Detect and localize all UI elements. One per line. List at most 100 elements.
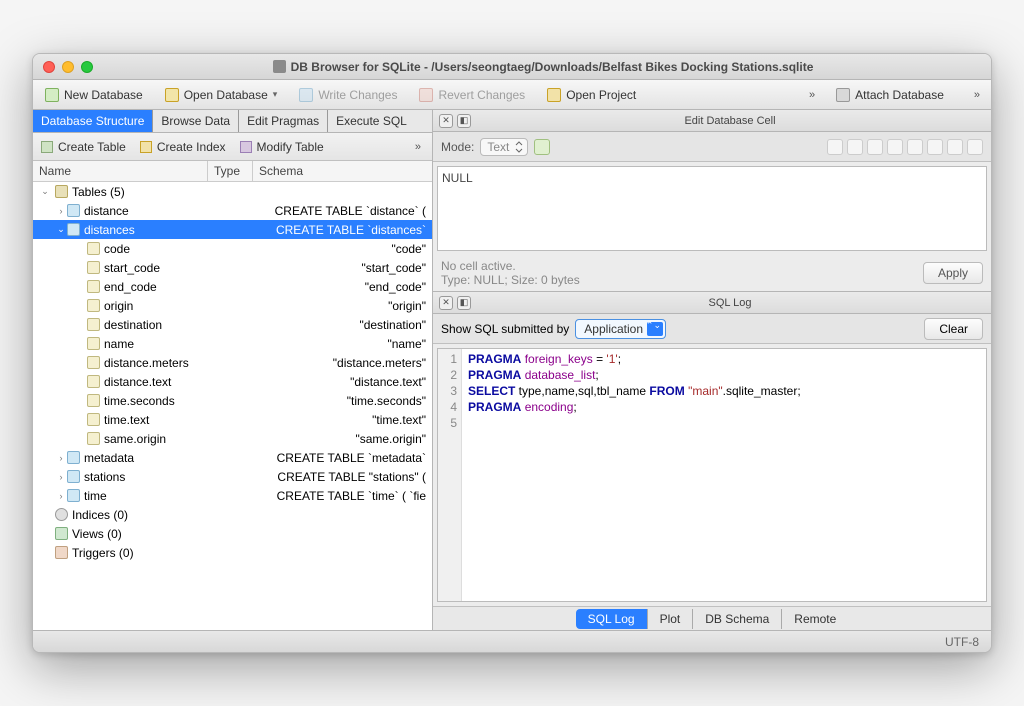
tab-remote[interactable]: Remote xyxy=(781,609,848,629)
view-icon xyxy=(55,527,68,540)
tree-col-same-origin[interactable]: same.origin"same.origin" xyxy=(33,429,432,448)
new-db-icon xyxy=(45,88,59,102)
tab-db-schema[interactable]: DB Schema xyxy=(692,609,781,629)
tab-structure[interactable]: Database Structure xyxy=(33,110,152,132)
col-type[interactable]: Type xyxy=(208,161,253,181)
app-window: DB Browser for SQLite - /Users/seongtaeg… xyxy=(32,53,992,653)
modify-table-icon xyxy=(240,141,252,153)
tree-table-distance[interactable]: ›distanceCREATE TABLE `distance` ( xyxy=(33,201,432,220)
chevron-down-icon: ▾ xyxy=(273,89,278,100)
tool-icon[interactable] xyxy=(967,139,983,155)
revert-changes-button: Revert Changes xyxy=(415,86,529,104)
refresh-icon[interactable] xyxy=(534,139,550,155)
column-icon xyxy=(87,261,100,274)
collapse-icon[interactable]: ⌄ xyxy=(55,224,67,235)
edit-cell-area: NULL No cell active. Type: NULL; Size: 0… xyxy=(433,162,991,292)
traffic-lights xyxy=(43,61,93,73)
tab-browse[interactable]: Browse Data xyxy=(152,110,238,132)
tool-icon[interactable] xyxy=(887,139,903,155)
sql-log-header: ✕ ◧ SQL Log xyxy=(433,292,991,314)
tree-col-name[interactable]: name"name" xyxy=(33,334,432,353)
column-icon xyxy=(87,318,100,331)
tree-col-distance-meters[interactable]: distance.meters"distance.meters" xyxy=(33,353,432,372)
column-icon xyxy=(87,299,100,312)
close-icon[interactable]: ✕ xyxy=(439,114,453,128)
overflow-icon-2[interactable]: » xyxy=(968,89,983,101)
expand-icon[interactable]: › xyxy=(55,472,67,482)
tab-pragmas[interactable]: Edit Pragmas xyxy=(238,110,327,132)
tree-table-distances[interactable]: ⌄distancesCREATE TABLE `distances` xyxy=(33,220,432,239)
tab-execute[interactable]: Execute SQL xyxy=(327,110,415,132)
tree-col-distance-text[interactable]: distance.text"distance.text" xyxy=(33,372,432,391)
clear-button[interactable]: Clear xyxy=(924,318,983,340)
panel-title: SQL Log xyxy=(475,297,985,309)
sql-code[interactable]: 12345 PRAGMA foreign_keys = '1'; PRAGMA … xyxy=(437,348,987,602)
tree-col-destination[interactable]: destination"destination" xyxy=(33,315,432,334)
column-icon xyxy=(87,394,100,407)
tree-col-end-code[interactable]: end_code"end_code" xyxy=(33,277,432,296)
table-icon xyxy=(67,451,80,464)
col-name[interactable]: Name xyxy=(33,161,208,181)
tool-icon[interactable] xyxy=(847,139,863,155)
open-db-icon xyxy=(165,88,179,102)
tool-icon[interactable] xyxy=(927,139,943,155)
title-text: DB Browser for SQLite - /Users/seongtaeg… xyxy=(291,60,814,74)
column-icon xyxy=(87,242,100,255)
tab-plot[interactable]: Plot xyxy=(647,609,693,629)
attach-icon xyxy=(836,88,850,102)
tool-icon[interactable] xyxy=(907,139,923,155)
tree-col-time-text[interactable]: time.text"time.text" xyxy=(33,410,432,429)
statusbar: UTF-8 xyxy=(33,630,991,652)
panel-title: Edit Database Cell xyxy=(475,115,985,127)
col-schema[interactable]: Schema xyxy=(253,161,432,181)
create-index-button[interactable]: Create Index xyxy=(140,140,226,154)
mode-select[interactable]: Text xyxy=(480,138,528,156)
apply-button[interactable]: Apply xyxy=(923,262,983,284)
table-icon xyxy=(67,223,80,236)
sql-log-panel: Show SQL submitted by Application Clear … xyxy=(433,314,991,630)
maximize-icon[interactable] xyxy=(81,61,93,73)
overflow-icon-3[interactable]: » xyxy=(409,141,424,153)
create-table-button[interactable]: Create Table xyxy=(41,140,126,154)
collapse-icon[interactable]: ⌄ xyxy=(39,186,51,197)
open-database-button[interactable]: Open Database▾ xyxy=(161,86,282,104)
tree-triggers[interactable]: Triggers (0) xyxy=(33,543,432,562)
cell-editor[interactable]: NULL xyxy=(437,166,987,251)
open-project-button[interactable]: Open Project xyxy=(543,86,640,104)
cell-status: No cell active. Type: NULL; Size: 0 byte… xyxy=(433,255,991,291)
window-title: DB Browser for SQLite - /Users/seongtaeg… xyxy=(105,60,981,74)
tree-col-start-code[interactable]: start_code"start_code" xyxy=(33,258,432,277)
table-icon xyxy=(67,204,80,217)
attach-database-button[interactable]: Attach Database xyxy=(832,86,948,104)
tool-icon[interactable] xyxy=(947,139,963,155)
tree-tables[interactable]: ⌄Tables (5) xyxy=(33,182,432,201)
close-icon[interactable] xyxy=(43,61,55,73)
new-database-button[interactable]: New Database xyxy=(41,86,147,104)
tree-table-time[interactable]: ›timeCREATE TABLE `time` ( `fie xyxy=(33,486,432,505)
main-area: Database Structure Browse Data Edit Prag… xyxy=(33,110,991,630)
tab-sql-log[interactable]: SQL Log xyxy=(576,609,647,629)
schema-tree[interactable]: ⌄Tables (5) ›distanceCREATE TABLE `dista… xyxy=(33,182,432,630)
edit-cell-toolbar: Mode: Text xyxy=(433,132,991,162)
source-select[interactable]: Application xyxy=(575,319,666,339)
tree-col-code[interactable]: code"code" xyxy=(33,239,432,258)
tree-table-stations[interactable]: ›stationsCREATE TABLE "stations" ( xyxy=(33,467,432,486)
tree-col-time-seconds[interactable]: time.seconds"time.seconds" xyxy=(33,391,432,410)
tree-col-origin[interactable]: origin"origin" xyxy=(33,296,432,315)
tool-icon[interactable] xyxy=(867,139,883,155)
expand-icon[interactable]: › xyxy=(55,206,67,216)
tree-indices[interactable]: Indices (0) xyxy=(33,505,432,524)
close-icon[interactable]: ✕ xyxy=(439,296,453,310)
tree-table-metadata[interactable]: ›metadataCREATE TABLE `metadata` xyxy=(33,448,432,467)
tree-views[interactable]: Views (0) xyxy=(33,524,432,543)
expand-icon[interactable]: › xyxy=(55,491,67,501)
overflow-icon[interactable]: » xyxy=(803,89,818,101)
write-changes-button: Write Changes xyxy=(295,86,401,104)
modify-table-button[interactable]: Modify Table xyxy=(240,140,324,154)
undock-icon[interactable]: ◧ xyxy=(457,114,471,128)
column-icon xyxy=(87,337,100,350)
expand-icon[interactable]: › xyxy=(55,453,67,463)
tool-icon[interactable] xyxy=(827,139,843,155)
undock-icon[interactable]: ◧ xyxy=(457,296,471,310)
minimize-icon[interactable] xyxy=(62,61,74,73)
